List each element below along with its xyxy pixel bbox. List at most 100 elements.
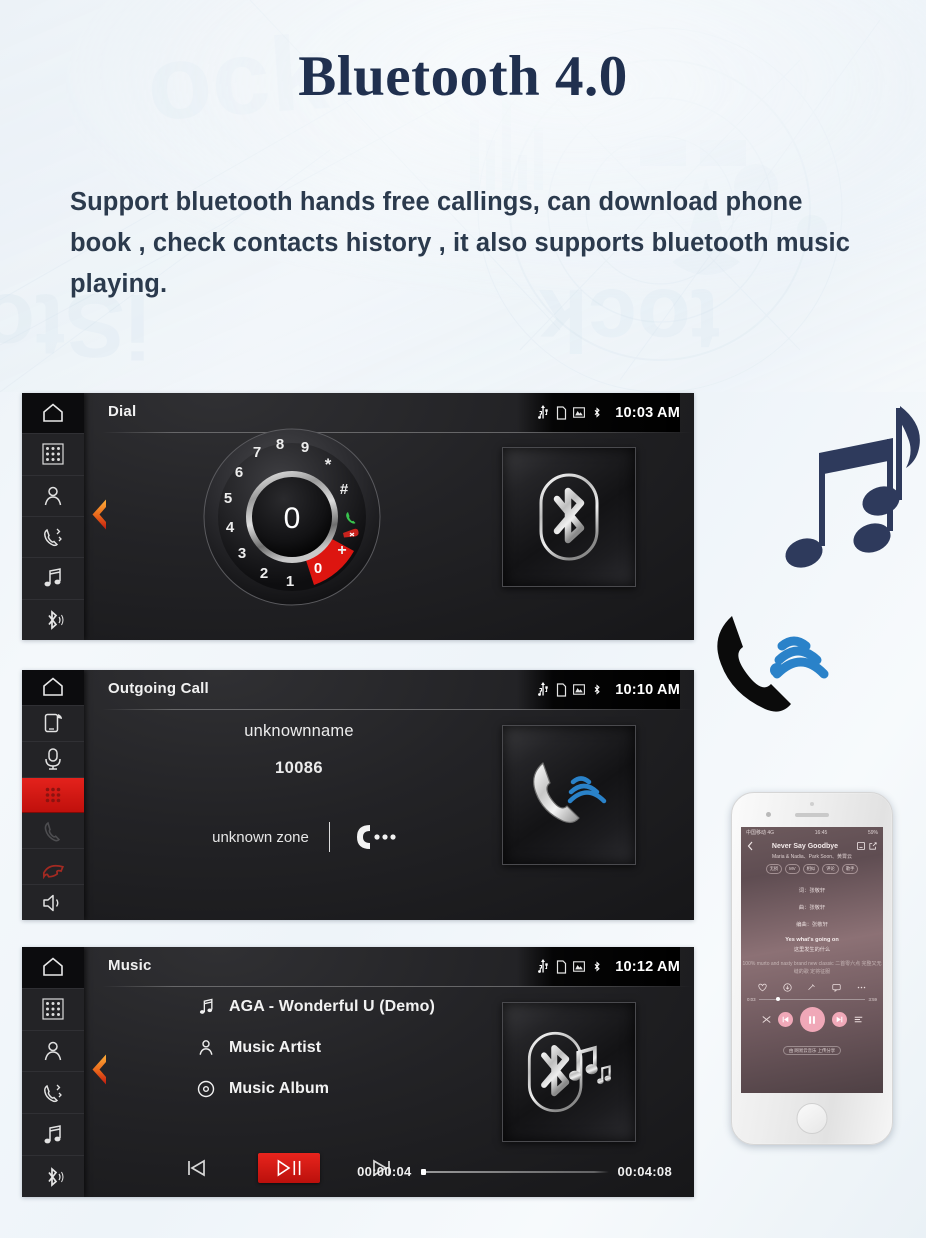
- more-icon[interactable]: [857, 983, 866, 992]
- phone-footer-note: 由 网易云音乐 上传分享: [782, 1046, 842, 1055]
- sidebar-item-call-history[interactable]: [22, 517, 84, 559]
- phone-credit-line: 词：张敬轩: [798, 888, 826, 894]
- phone-song-artists: Maria & Nadia、Park Soon、黄霄云: [771, 854, 853, 860]
- sidebar-item-call[interactable]: [22, 813, 84, 850]
- list-item-artist[interactable]: Music Artist: [196, 1038, 435, 1058]
- phone-tag[interactable]: 歌手: [841, 864, 859, 874]
- sidebar-item-microphone[interactable]: [22, 742, 84, 778]
- phone-tag[interactable]: 无损: [765, 864, 783, 874]
- titlebar-divider: [102, 432, 694, 433]
- shuffle-icon[interactable]: [761, 1015, 771, 1024]
- earpiece-speaker: [795, 813, 829, 817]
- panel-body-outgoing-call: Outgoing Call 10:10 AM unknownname 10086…: [84, 670, 694, 920]
- track-artist: Music Artist: [229, 1039, 322, 1056]
- svg-text:9: 9: [301, 439, 309, 456]
- phone-signal-graphic: [717, 616, 829, 712]
- phone-ringing-icon: [533, 762, 607, 824]
- phone-ringing-icon-box[interactable]: [502, 725, 636, 865]
- svg-text:#: #: [340, 481, 349, 498]
- sidebar-outgoing-call: [22, 670, 84, 920]
- progress-handle[interactable]: [420, 1168, 426, 1175]
- sidebar-item-home[interactable]: [22, 670, 84, 706]
- phone-transport-row: [741, 1007, 883, 1032]
- bluetooth-icon: [48, 1166, 64, 1187]
- phone-tag[interactable]: MV: [785, 864, 800, 874]
- titlebar-music: Music 10:12 AM: [84, 947, 694, 987]
- page-title: Bluetooth 4.0: [298, 45, 628, 108]
- list-item-track[interactable]: AGA - Wonderful U (Demo): [196, 997, 435, 1017]
- head-unit-screen-outgoing-call: Outgoing Call 10:10 AM unknownname 10086…: [22, 670, 694, 920]
- bluetooth-icon: [594, 407, 600, 418]
- download-icon[interactable]: [783, 983, 792, 992]
- share-icon[interactable]: [869, 842, 877, 850]
- phone-seek-handle[interactable]: [775, 996, 781, 1002]
- phone-seek-total: 3:59: [868, 997, 877, 1002]
- sidebar-item-contacts[interactable]: [22, 476, 84, 517]
- phone-battery: 59%: [867, 829, 878, 836]
- sidebar-item-speaker[interactable]: [22, 885, 84, 920]
- phone-seek-bar[interactable]: [758, 996, 866, 1002]
- sidebar-item-home[interactable]: [22, 947, 84, 989]
- call-history-icon: [43, 528, 62, 547]
- album-icon: [197, 1080, 215, 1098]
- hangup-icon: [42, 864, 64, 879]
- dial-wheel[interactable]: 0 8 9 7 6 5 4 3 2 1 * # + 0: [202, 427, 382, 607]
- sidebar-item-bluetooth[interactable]: [22, 1156, 84, 1197]
- svg-text:6: 6: [235, 464, 243, 481]
- sidebar-item-keypad[interactable]: [22, 434, 84, 476]
- sidebar-item-hangup[interactable]: [22, 849, 84, 886]
- playback-progress[interactable]: 00:00:04 00:04:08: [357, 1164, 672, 1179]
- svg-text:7: 7: [253, 444, 261, 461]
- list-item-album[interactable]: Music Album: [196, 1079, 435, 1099]
- lyric-line-sub: 这里发生的什么: [793, 947, 831, 953]
- pause-icon: [809, 1015, 815, 1024]
- phone-tag[interactable]: 相似: [802, 864, 820, 874]
- back-arrow-icon[interactable]: [747, 841, 753, 851]
- bluetooth-icon-box[interactable]: [502, 446, 636, 587]
- proximity-sensor: [810, 802, 814, 806]
- phone-pause-button[interactable]: [799, 1007, 825, 1032]
- sidebar-item-contacts[interactable]: [22, 1031, 84, 1073]
- phone-time: 16:45: [814, 829, 828, 836]
- sidebar-item-keypad[interactable]: [22, 989, 84, 1031]
- back-chevron-button[interactable]: [86, 496, 112, 537]
- home-icon: [43, 677, 63, 697]
- status-clock: 10:10 AM: [615, 681, 680, 698]
- status-clock: 10:03 AM: [615, 404, 680, 421]
- back-chevron-button[interactable]: [86, 1052, 112, 1093]
- comment-icon[interactable]: [832, 983, 841, 992]
- smartphone-mockup: 中国移动 4G 16:45 59% Never Say Goodbye Mari…: [731, 792, 893, 1145]
- sidebar-item-home[interactable]: [22, 393, 84, 435]
- bluetooth-music-icon-box[interactable]: [502, 1002, 636, 1142]
- svg-text:3: 3: [238, 545, 246, 562]
- front-camera: [766, 812, 771, 817]
- phone-credits: 词：张敬轩 曲：张敬轩 编曲：张敬轩: [741, 886, 883, 928]
- phone-carrier: 中国移动 4G: [746, 830, 775, 836]
- sidebar-item-bluetooth[interactable]: [22, 600, 84, 640]
- svg-text:5: 5: [224, 490, 232, 507]
- phone-seek-row[interactable]: 0:03 3:59: [741, 996, 883, 1002]
- home-button[interactable]: [796, 1103, 828, 1134]
- heart-icon[interactable]: [758, 983, 767, 992]
- playlist-icon[interactable]: [854, 1015, 863, 1024]
- status-clock: 10:12 AM: [615, 958, 680, 975]
- phone-next-button[interactable]: [831, 1012, 847, 1027]
- phone-previous-button[interactable]: [777, 1012, 793, 1027]
- phone-signal-icon: [44, 714, 62, 733]
- call-icon: [44, 821, 61, 842]
- play-pause-button[interactable]: [258, 1153, 320, 1183]
- keypad-icon: [42, 998, 64, 1020]
- sidebar-item-phone-signal[interactable]: [22, 706, 84, 742]
- phone-tag[interactable]: 评论: [822, 864, 839, 874]
- music-note-icon: [199, 998, 213, 1014]
- previous-track-button[interactable]: [184, 1157, 208, 1179]
- progress-bar[interactable]: [420, 1168, 609, 1175]
- sidebar-item-music[interactable]: [22, 558, 84, 600]
- sidebar-item-keypad[interactable]: [22, 777, 84, 814]
- chevron-left-icon: [92, 499, 106, 529]
- sidebar-item-music[interactable]: [22, 1114, 84, 1157]
- next-track-icon: [836, 1016, 842, 1023]
- cast-icon[interactable]: [856, 842, 865, 850]
- microphone-icon[interactable]: [807, 983, 816, 992]
- sidebar-item-call-history[interactable]: [22, 1072, 84, 1115]
